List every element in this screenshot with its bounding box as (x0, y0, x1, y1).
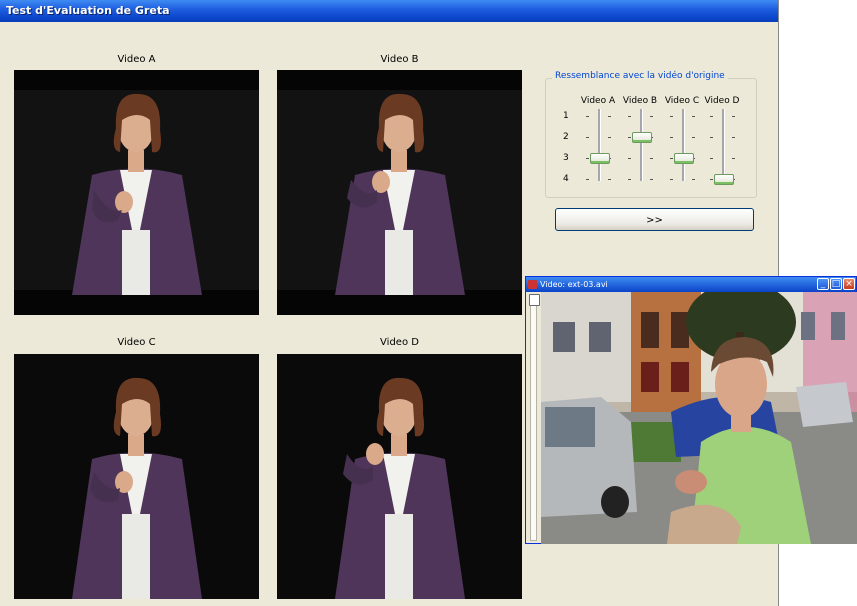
slider-tick (586, 158, 589, 159)
row-label-3: 3 (563, 153, 569, 163)
slider-tick (628, 116, 631, 117)
video-player-window: Video: ext-03.avi _ □ × (525, 276, 857, 544)
slider-tick (628, 137, 631, 138)
main-window-title[interactable]: Test d'Evaluation de Greta (0, 0, 778, 22)
video-c-label: Video C (117, 337, 156, 348)
video-seek-thumb[interactable] (529, 294, 540, 306)
slider-tick (670, 137, 673, 138)
avatar-greta-d (277, 354, 522, 599)
slider-tick (608, 137, 611, 138)
slider-tick (692, 116, 695, 117)
slider-tick (650, 116, 653, 117)
slider-tick (608, 179, 611, 180)
rating-group-legend: Ressemblance avec la vidéo d'origine (552, 71, 728, 81)
column-header-video-d: Video D (704, 96, 740, 106)
slider-tick (732, 137, 735, 138)
slider-thumb-video-b[interactable] (632, 132, 652, 143)
slider-tick (710, 116, 713, 117)
slider-tick (628, 158, 631, 159)
maximize-button[interactable]: □ (830, 278, 842, 290)
slider-tick (710, 158, 713, 159)
slider-tick (650, 179, 653, 180)
video-b-frame[interactable] (277, 70, 522, 315)
avatar-greta-a (14, 70, 259, 315)
avatar-greta-c (14, 354, 259, 599)
minimize-button[interactable]: _ (817, 278, 829, 290)
video-a-label: Video A (117, 54, 156, 65)
next-button[interactable]: >> (555, 208, 754, 231)
avatar-greta-b (277, 70, 522, 315)
row-label-4: 4 (563, 174, 569, 184)
slider-thumb-video-d[interactable] (714, 174, 734, 185)
slider-tick (732, 158, 735, 159)
row-label-2: 2 (563, 132, 569, 142)
slider-tick (670, 116, 673, 117)
slider-tick (692, 137, 695, 138)
slider-video-a[interactable] (598, 109, 601, 181)
slider-video-d[interactable] (722, 109, 725, 181)
column-header-video-a: Video A (580, 96, 616, 106)
slider-video-c[interactable] (682, 109, 685, 181)
slider-tick (692, 179, 695, 180)
slider-tick (732, 116, 735, 117)
street-scene-image (541, 292, 857, 544)
video-d-label: Video D (380, 337, 419, 348)
video-d-frame[interactable] (277, 354, 522, 599)
video-b-label: Video B (380, 54, 419, 65)
slider-thumb-video-c[interactable] (674, 153, 694, 164)
row-label-1: 1 (563, 111, 569, 121)
column-header-video-b: Video B (622, 96, 658, 106)
slider-thumb-video-a[interactable] (590, 153, 610, 164)
video-c-frame[interactable] (14, 354, 259, 599)
slider-tick (670, 179, 673, 180)
slider-tick (628, 179, 631, 180)
slider-tick (670, 158, 673, 159)
video-player-app-icon (528, 280, 537, 289)
video-player-titlebar[interactable]: Video: ext-03.avi _ □ × (526, 277, 856, 292)
video-a-frame[interactable] (14, 70, 259, 315)
slider-video-b[interactable] (640, 109, 643, 181)
slider-tick (586, 137, 589, 138)
slider-tick (586, 116, 589, 117)
slider-tick (608, 116, 611, 117)
slider-tick (586, 179, 589, 180)
column-header-video-c: Video C (664, 96, 700, 106)
video-player-title: Video: ext-03.avi (540, 280, 608, 289)
video-seek-bar[interactable] (530, 296, 537, 541)
slider-tick (650, 158, 653, 159)
slider-tick (710, 179, 713, 180)
video-player-frame[interactable] (541, 292, 857, 544)
close-button[interactable]: × (843, 278, 855, 290)
slider-tick (710, 137, 713, 138)
